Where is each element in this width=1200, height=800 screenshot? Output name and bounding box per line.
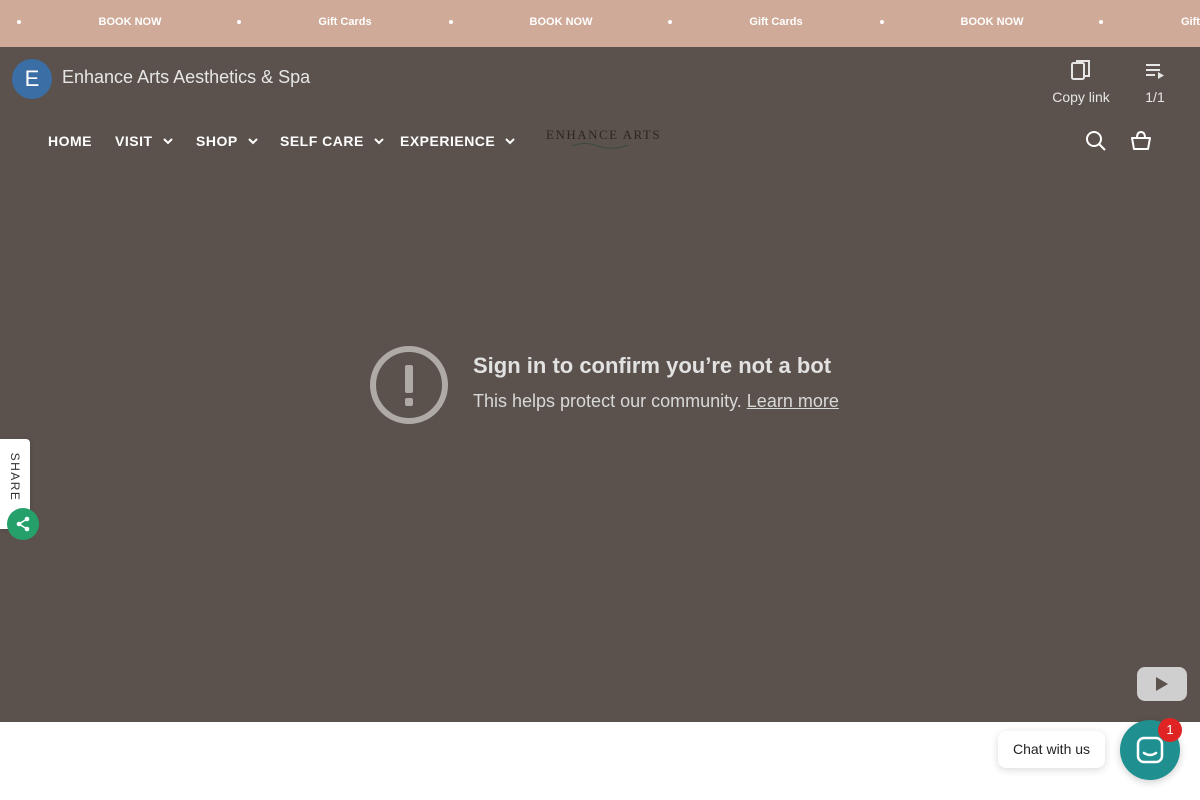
copy-link-label: Copy link <box>1052 89 1110 105</box>
separator-dot <box>1099 20 1103 24</box>
share-button[interactable] <box>7 508 39 540</box>
nav-item-label: VISIT <box>115 133 153 149</box>
alert-icon <box>370 346 448 424</box>
play-icon <box>1156 677 1168 691</box>
site-logo[interactable]: ENHANCE ARTS <box>546 125 660 153</box>
chevron-down-icon <box>374 137 384 144</box>
unread-badge: 1 <box>1158 718 1182 742</box>
nav-item-self-care[interactable]: SELF CARE <box>280 131 384 151</box>
share-icon <box>16 516 30 532</box>
separator-dot <box>880 20 884 24</box>
separator-dot <box>237 20 241 24</box>
share-label: SHARE <box>8 452 22 502</box>
nav-item-label: SHOP <box>196 133 238 149</box>
nav-item-label: EXPERIENCE <box>400 133 496 149</box>
announcement-book-now-link[interactable]: BOOK NOW <box>99 0 162 45</box>
nav-item-visit[interactable]: VISIT <box>115 131 173 151</box>
video-title[interactable]: Enhance Arts Aesthetics & Spa <box>62 67 310 88</box>
cart-icon[interactable] <box>1130 130 1152 152</box>
copy-link-button[interactable]: Copy link <box>1051 59 1111 105</box>
error-message: This helps protect our community. Learn … <box>473 391 839 412</box>
copy-icon <box>1071 60 1090 80</box>
announcement-book-now-link[interactable]: BOOK NOW <box>530 0 593 45</box>
search-icon[interactable] <box>1085 130 1107 152</box>
error-title: Sign in to confirm you’re not a bot <box>473 353 832 378</box>
nav-item-label: SELF CARE <box>280 133 364 149</box>
separator-dot <box>449 20 453 24</box>
learn-more-link[interactable]: Learn more <box>747 391 839 411</box>
separator-dot <box>17 20 21 24</box>
chevron-down-icon <box>162 137 173 144</box>
nav-item-shop[interactable]: SHOP <box>196 131 258 151</box>
youtube-logo-button[interactable] <box>1137 667 1187 701</box>
playlist-icon <box>1146 64 1164 79</box>
nav-item-experience[interactable]: EXPERIENCE <box>400 131 515 151</box>
announcement-book-now-link[interactable]: BOOK NOW <box>961 0 1024 45</box>
announcement-gift-cards-link[interactable]: Gift Cards <box>318 0 371 45</box>
announcement-gift-cards-link[interactable]: Gift Cards <box>749 0 802 45</box>
chat-icon <box>1136 736 1164 764</box>
announcement-gift-cards-link[interactable]: Gift <box>1181 0 1200 45</box>
announcement-bar: BOOK NOW Gift Cards BOOK NOW Gift Cards … <box>0 0 1200 47</box>
nav-item-home[interactable]: HOME <box>48 131 92 151</box>
separator-dot <box>668 20 672 24</box>
error-message-text: This helps protect our community. <box>473 391 742 411</box>
chat-prompt-bubble[interactable]: Chat with us <box>998 731 1106 768</box>
channel-avatar[interactable]: E <box>12 59 52 99</box>
chevron-down-icon <box>247 137 258 144</box>
logo-swash-icon <box>571 143 629 149</box>
playlist-count: 1/1 <box>1145 89 1165 105</box>
nav-item-label: HOME <box>48 133 92 149</box>
chevron-down-icon <box>505 137 515 144</box>
playlist-button[interactable]: 1/1 <box>1140 59 1170 105</box>
video-embed[interactable]: E Enhance Arts Aesthetics & Spa Copy lin… <box>0 47 1200 722</box>
